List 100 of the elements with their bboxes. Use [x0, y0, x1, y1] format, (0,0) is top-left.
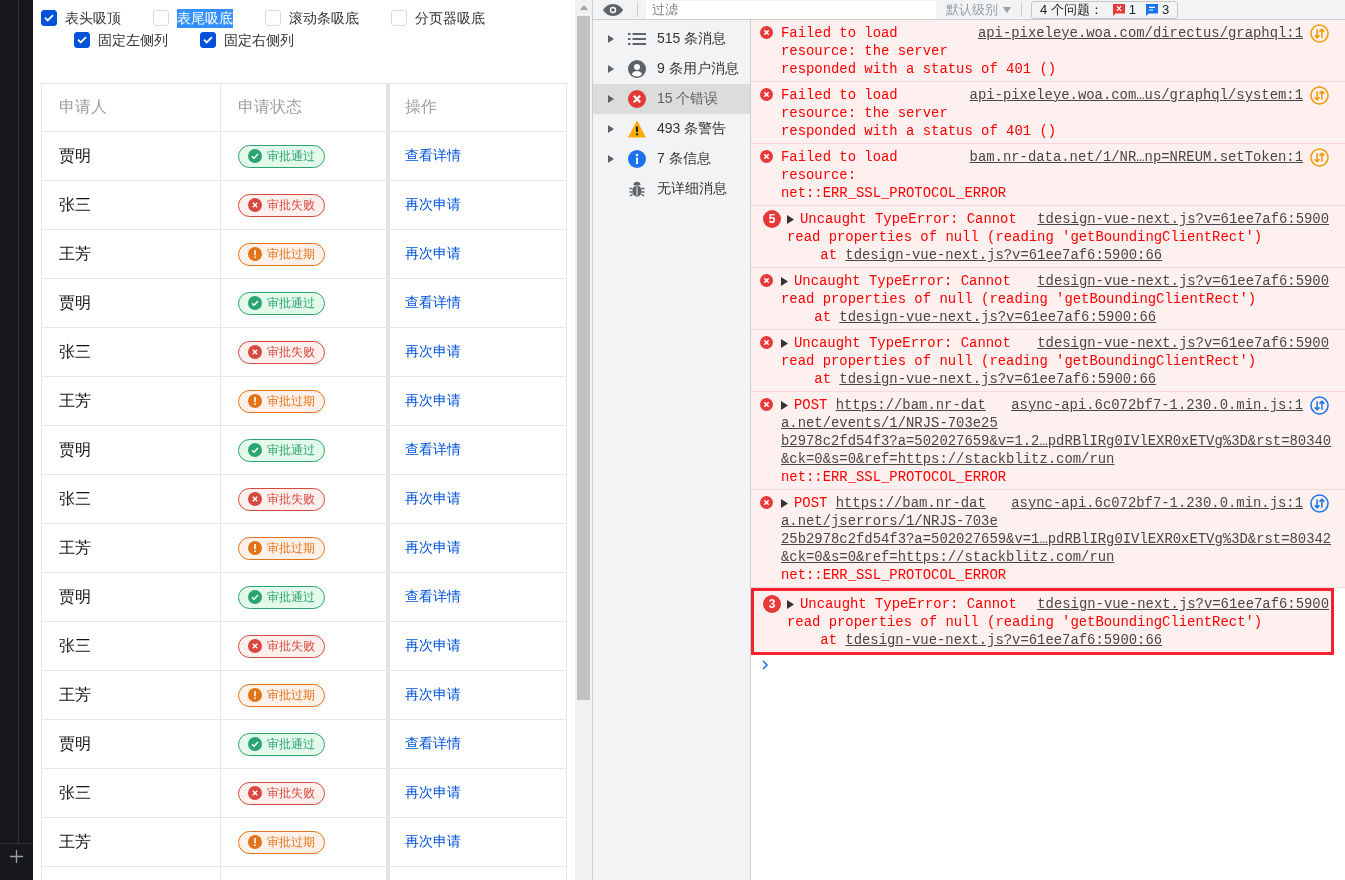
message-text: read properties of null (reading 'getBoundingClientRect'): [781, 291, 1257, 307]
circle-arrows-icon[interactable]: [1310, 494, 1329, 513]
check-circle-icon: [248, 737, 262, 751]
exclamation-circle-icon: [248, 541, 262, 555]
issues-button[interactable]: 4 个问题： 1 3: [1031, 0, 1179, 19]
action-link[interactable]: 再次申请: [405, 539, 461, 557]
user-icon: [628, 60, 646, 78]
stack-link[interactable]: tdesign-vue-next.js?v=61ee7af6:5900:66: [845, 247, 1163, 263]
expand-triangle-icon[interactable]: [781, 339, 788, 348]
expand-triangle-icon[interactable]: [781, 277, 788, 286]
action-link[interactable]: 再次申请: [405, 392, 461, 410]
source-link[interactable]: tdesign-vue-next.js?v=61ee7af6:5900: [1037, 210, 1329, 228]
expand-triangle-icon[interactable]: [608, 155, 614, 163]
eye-icon[interactable]: [603, 3, 623, 16]
expand-triangle-icon[interactable]: [781, 499, 788, 508]
action-link[interactable]: 再次申请: [405, 833, 461, 851]
message-link[interactable]: &ck=0&s=0&ref=https://stackblitz.com/run: [781, 549, 1115, 565]
checkbox[interactable]: [41, 10, 57, 26]
source-link[interactable]: api-pixeleye.woa.com…us/graphql/system:1: [969, 86, 1303, 104]
action-link[interactable]: 查看详情: [405, 294, 461, 312]
action-link[interactable]: 再次申请: [405, 490, 461, 508]
exclamation-circle-icon: [248, 835, 262, 849]
stack-label: at: [814, 309, 831, 325]
message-text: read properties of null (reading 'getBoundingClientRect'): [781, 353, 1257, 369]
message-flag-icon: [1146, 3, 1159, 16]
message-text: Failed to load: [781, 149, 898, 165]
action-link[interactable]: 再次申请: [405, 784, 461, 802]
message-text: read properties of null (reading 'getBoundingClientRect'): [787, 614, 1263, 630]
source-link[interactable]: tdesign-vue-next.js?v=61ee7af6:5900: [1037, 595, 1329, 613]
sidebar-item[interactable]: 7 条信息: [593, 144, 750, 174]
source-link[interactable]: tdesign-vue-next.js?v=61ee7af6:5900: [1037, 334, 1329, 352]
info-icon: [628, 150, 646, 168]
action-link[interactable]: 查看详情: [405, 588, 461, 606]
checkbox-label: 分页器吸底: [415, 8, 485, 28]
message-link[interactable]: a.net/events/1/NRJS-703e25: [781, 415, 998, 431]
bug-icon: [628, 180, 646, 198]
message-link[interactable]: &ck=0&s=0&ref=https://stackblitz.com/run: [781, 451, 1115, 467]
source-link[interactable]: bam.nr-data.net/1/NR…np=NREUM.setToken:1: [969, 148, 1303, 166]
expand-triangle-icon[interactable]: [608, 65, 614, 73]
action-link[interactable]: 查看详情: [405, 441, 461, 459]
check-circle-icon: [248, 443, 262, 457]
stack-link[interactable]: tdesign-vue-next.js?v=61ee7af6:5900:66: [839, 309, 1157, 325]
expand-triangle-icon[interactable]: [781, 401, 788, 410]
checkbox[interactable]: [200, 32, 216, 48]
status-tag-label: 审批失败: [267, 343, 315, 361]
message-text: resource: the server: [781, 43, 948, 59]
expand-triangle-icon[interactable]: [608, 125, 614, 133]
stack-link[interactable]: tdesign-vue-next.js?v=61ee7af6:5900:66: [839, 371, 1157, 387]
sidebar-item[interactable]: 9 条用户消息: [593, 54, 750, 84]
action-link[interactable]: 查看详情: [405, 147, 461, 165]
checkbox-label: 固定右侧列: [224, 30, 294, 50]
expand-triangle-icon[interactable]: [608, 35, 614, 43]
sidebar-item[interactable]: 493 条警告: [593, 114, 750, 144]
message-link[interactable]: https://bam.nr-dat: [835, 397, 986, 413]
error-icon: [760, 398, 773, 411]
table-cell: 贾明: [42, 720, 221, 768]
circle-arrows-icon[interactable]: [1310, 396, 1329, 415]
message-link[interactable]: a.net/jserrors/1/NRJS-703e: [781, 513, 998, 529]
warning-icon: [628, 120, 646, 138]
exclamation-circle-icon: [248, 394, 262, 408]
source-link[interactable]: api-pixeleye.woa.com/directus/graphql:1: [977, 24, 1303, 42]
status-tag-label: 审批通过: [267, 147, 315, 165]
filter-field[interactable]: 过滤: [646, 0, 936, 19]
sidebar-item[interactable]: 515 条消息: [593, 24, 750, 54]
message-text: Uncaught TypeError: Cannot: [794, 335, 1011, 351]
message-link[interactable]: https://bam.nr-dat: [835, 495, 986, 511]
sidebar-item[interactable]: 15 个错误: [593, 84, 750, 114]
error-icon: [760, 496, 773, 509]
action-link[interactable]: 再次申请: [405, 196, 461, 214]
message-link[interactable]: 25b2978c2fd54f3?a=502027659&v=1…pdRBlIRg0IVlEXR0xETVg%3D&rst=80342: [781, 531, 1332, 547]
sidebar-item[interactable]: 无详细消息: [593, 174, 750, 204]
table-cell: 王芳: [42, 671, 221, 719]
source-link[interactable]: async-api.6c072bf7-1.230.0.min.js:1: [1011, 494, 1303, 512]
action-link[interactable]: 再次申请: [405, 245, 461, 263]
x-circle-icon: [248, 198, 262, 212]
action-link[interactable]: 查看详情: [405, 735, 461, 753]
table-cell: 张三: [42, 622, 221, 670]
checkbox[interactable]: [74, 32, 90, 48]
message-link[interactable]: b2978c2fd54f3?a=502027659&v=1.2…pdRBlIRg0IVlEXR0xETVg%3D&rst=80340: [781, 433, 1332, 449]
error-icon: [628, 90, 646, 108]
source-link[interactable]: tdesign-vue-next.js?v=61ee7af6:5900: [1037, 272, 1329, 290]
table-cell: 贾明: [42, 426, 221, 474]
stack-link[interactable]: tdesign-vue-next.js?v=61ee7af6:5900:66: [845, 632, 1163, 648]
action-link[interactable]: 再次申请: [405, 637, 461, 655]
scrollbar-thumb[interactable]: [577, 16, 590, 700]
x-circle-icon: [248, 345, 262, 359]
expand-triangle-icon[interactable]: [787, 600, 794, 609]
plus-icon[interactable]: [10, 850, 23, 863]
status-tag-label: 审批过期: [267, 539, 315, 557]
expand-triangle-icon[interactable]: [787, 215, 794, 224]
status-tag-label: 审批失败: [267, 637, 315, 655]
status-tag-label: 审批通过: [267, 588, 315, 606]
source-link[interactable]: async-api.6c072bf7-1.230.0.min.js:1: [1011, 396, 1303, 414]
table-cell: 张三: [42, 769, 221, 817]
status-tag-label: 审批失败: [267, 784, 315, 802]
action-link[interactable]: 再次申请: [405, 343, 461, 361]
message-text: Uncaught TypeError: Cannot: [800, 211, 1017, 227]
table-cell: 王芳: [42, 377, 221, 425]
action-link[interactable]: 再次申请: [405, 686, 461, 704]
stack-label: at: [814, 371, 831, 387]
